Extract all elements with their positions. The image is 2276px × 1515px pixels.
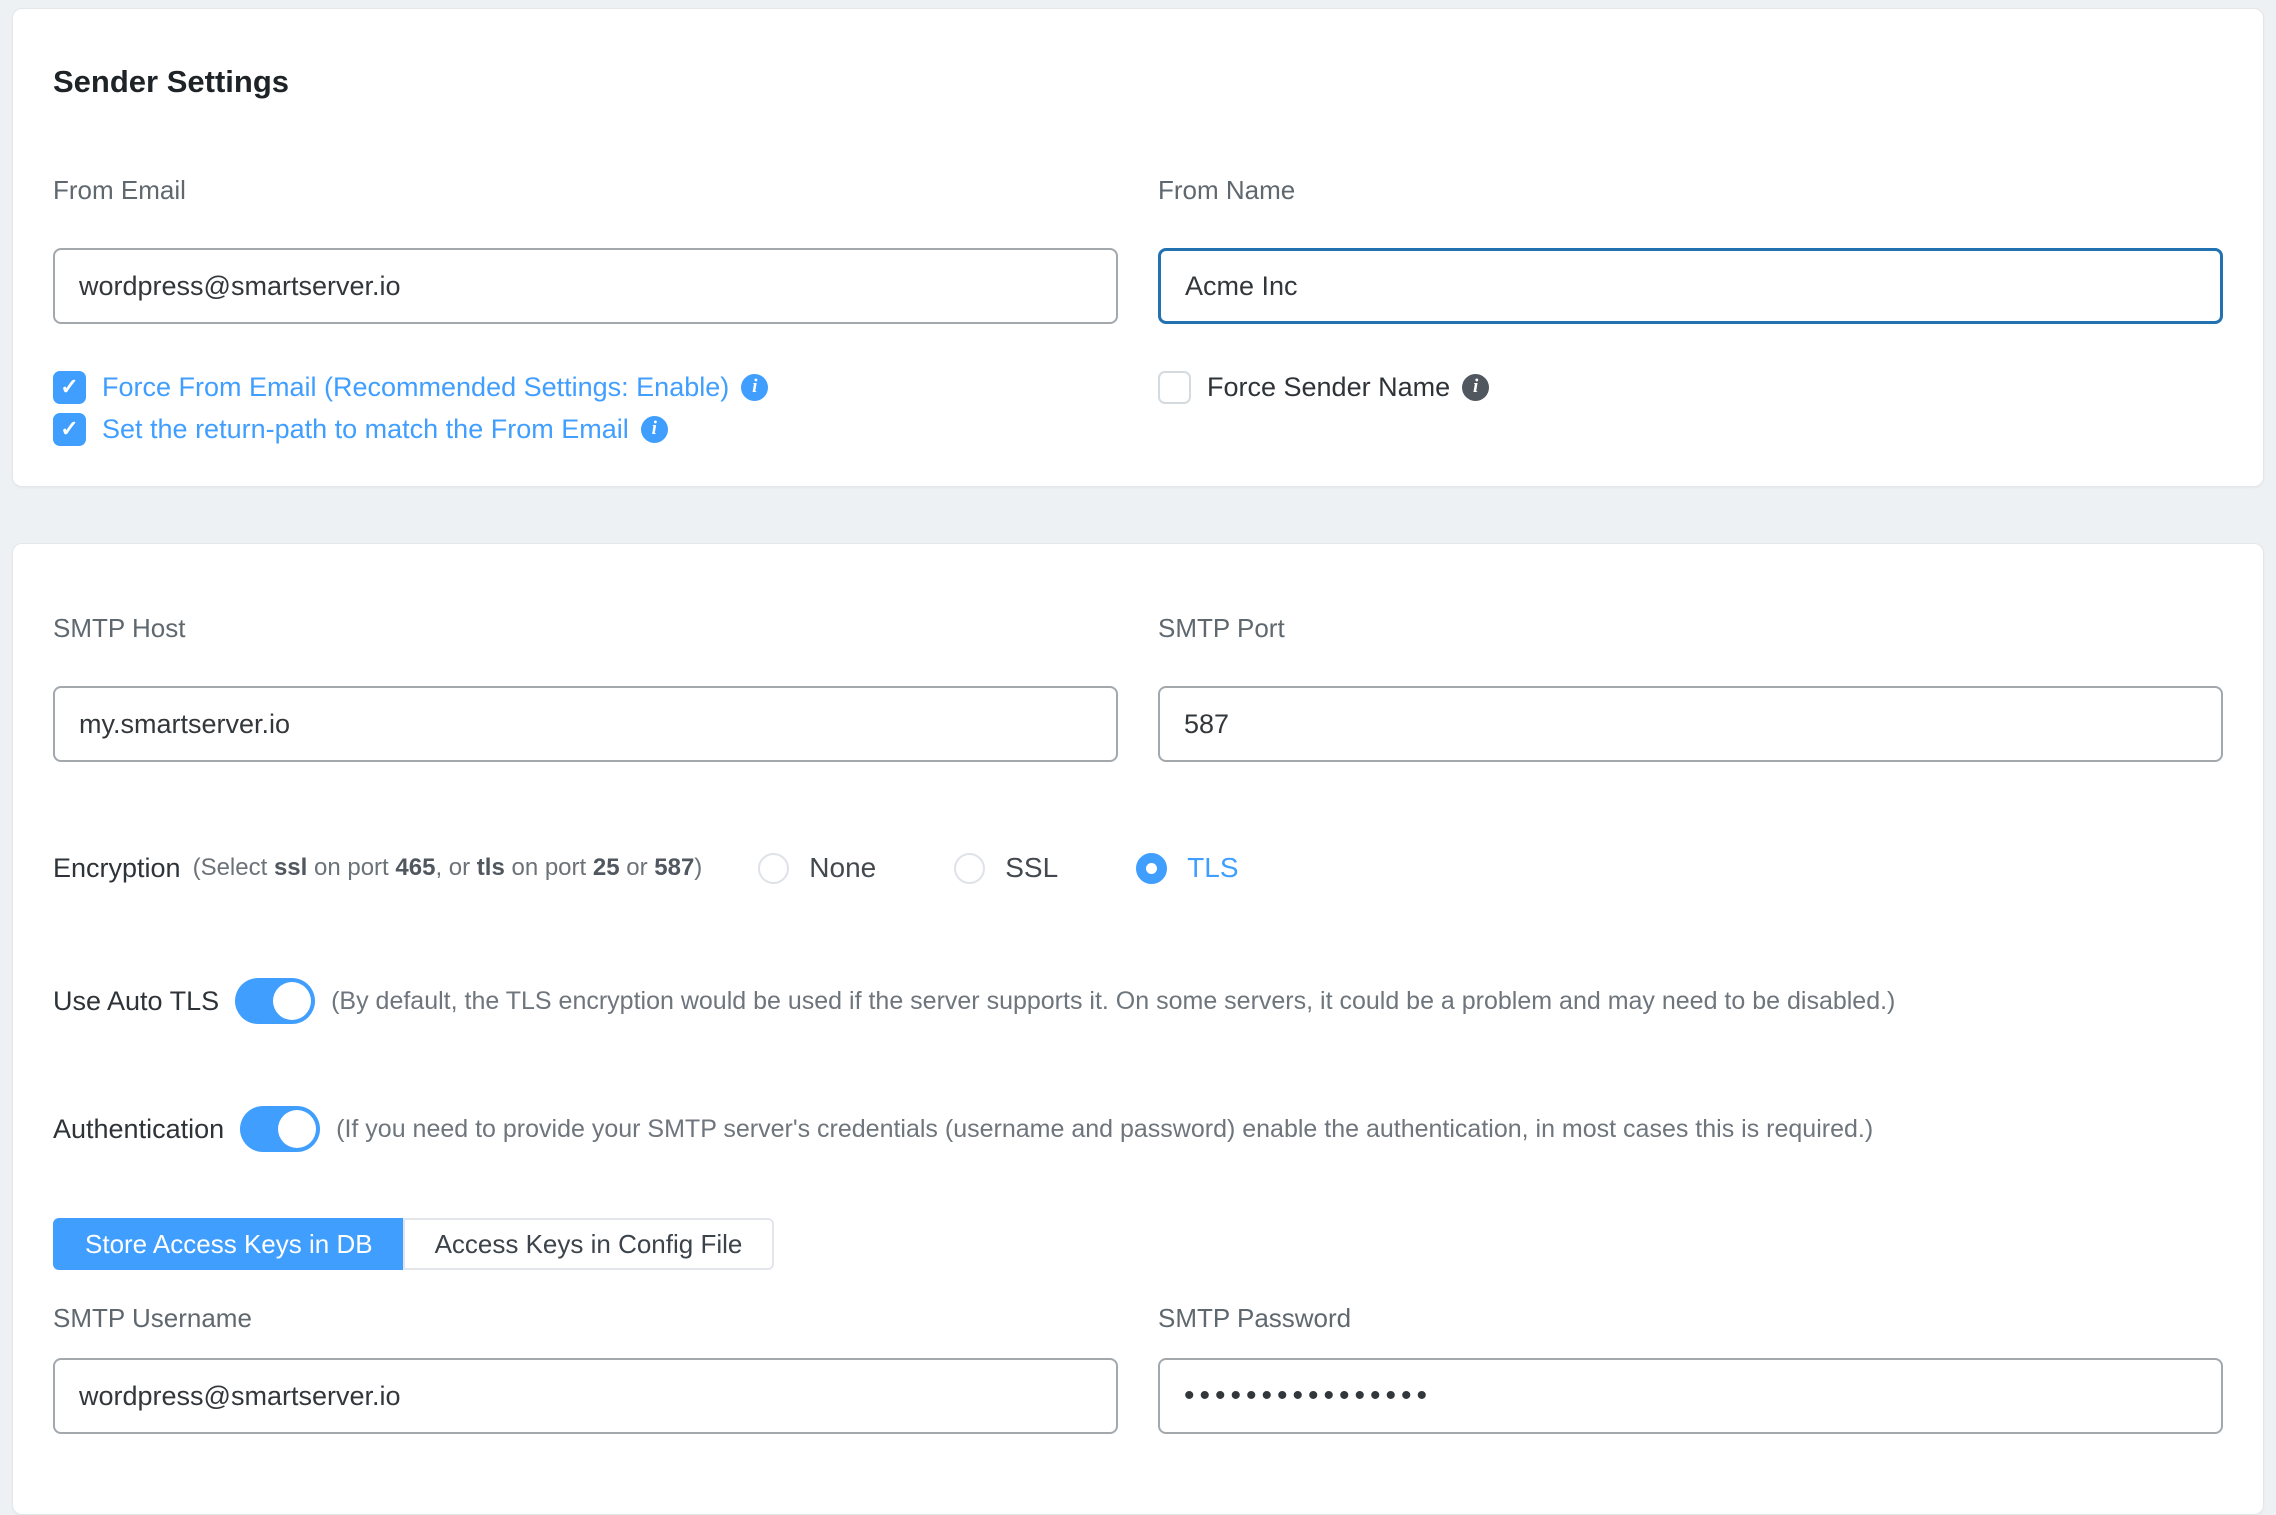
auto-tls-row: Use Auto TLS (By default, the TLS encryp… xyxy=(53,978,2223,1024)
sender-settings-card: Sender Settings From Email ✓ Force From … xyxy=(12,8,2264,487)
authentication-toggle[interactable] xyxy=(240,1106,320,1152)
auto-tls-description: (By default, the TLS encryption would be… xyxy=(331,987,1895,1016)
from-name-label: From Name xyxy=(1158,176,2223,204)
encryption-label: Encryption xyxy=(53,853,181,884)
force-from-email-label[interactable]: Force From Email (Recommended Settings: … xyxy=(102,370,729,404)
smtp-port-label: SMTP Port xyxy=(1158,614,2223,642)
encryption-option-ssl[interactable]: SSL xyxy=(954,852,1058,884)
smtp-password-label: SMTP Password xyxy=(1158,1304,2223,1332)
smtp-password-input[interactable] xyxy=(1158,1358,2223,1434)
toggle-knob xyxy=(273,982,311,1020)
authentication-label: Authentication xyxy=(53,1114,224,1145)
encryption-option-none[interactable]: None xyxy=(758,852,876,884)
from-name-input[interactable] xyxy=(1158,248,2223,324)
auto-tls-toggle[interactable] xyxy=(235,978,315,1024)
toggle-knob xyxy=(278,1110,316,1148)
info-icon[interactable]: i xyxy=(1462,374,1489,401)
return-path-checkbox[interactable]: ✓ xyxy=(53,413,86,446)
encryption-option-tls-label[interactable]: TLS xyxy=(1187,852,1238,884)
return-path-row: ✓ Set the return-path to match the From … xyxy=(53,412,1118,446)
radio-icon[interactable] xyxy=(758,853,789,884)
force-sender-name-checkbox[interactable]: ✓ xyxy=(1158,371,1191,404)
smtp-settings-card: SMTP Host SMTP Port Encryption (Select s… xyxy=(12,543,2264,1515)
smtp-port-input[interactable] xyxy=(1158,686,2223,762)
authentication-row: Authentication (If you need to provide y… xyxy=(53,1106,2223,1152)
info-icon[interactable]: i xyxy=(741,374,768,401)
force-from-email-checkbox[interactable]: ✓ xyxy=(53,371,86,404)
check-icon: ✓ xyxy=(60,418,78,440)
radio-icon[interactable] xyxy=(954,853,985,884)
info-icon[interactable]: i xyxy=(641,416,668,443)
encryption-hint: (Select ssl on port 465, or tls on port … xyxy=(193,854,703,882)
smtp-host-label: SMTP Host xyxy=(53,614,1118,642)
encryption-option-ssl-label[interactable]: SSL xyxy=(1005,852,1058,884)
from-name-options: ✓ Force Sender Name i xyxy=(1158,370,2223,404)
key-storage-tabs: Store Access Keys in DB Access Keys in C… xyxy=(53,1218,2223,1270)
smtp-username-input[interactable] xyxy=(53,1358,1118,1434)
tab-access-keys-in-config-file[interactable]: Access Keys in Config File xyxy=(403,1218,775,1270)
return-path-label[interactable]: Set the return-path to match the From Em… xyxy=(102,412,629,446)
smtp-username-label: SMTP Username xyxy=(53,1304,1118,1332)
tab-store-keys-in-db[interactable]: Store Access Keys in DB xyxy=(53,1218,403,1270)
auto-tls-label: Use Auto TLS xyxy=(53,986,219,1017)
encryption-option-none-label[interactable]: None xyxy=(809,852,876,884)
force-from-email-row: ✓ Force From Email (Recommended Settings… xyxy=(53,370,1118,404)
force-sender-name-row: ✓ Force Sender Name i xyxy=(1158,370,2223,404)
authentication-description: (If you need to provide your SMTP server… xyxy=(336,1115,1873,1144)
sender-settings-title: Sender Settings xyxy=(53,65,2223,98)
radio-icon[interactable] xyxy=(1136,853,1167,884)
smtp-host-input[interactable] xyxy=(53,686,1118,762)
from-email-input[interactable] xyxy=(53,248,1118,324)
encryption-row: Encryption (Select ssl on port 465, or t… xyxy=(53,852,2223,884)
from-email-options: ✓ Force From Email (Recommended Settings… xyxy=(53,370,1118,446)
encryption-options: None SSL TLS xyxy=(758,852,1238,884)
from-email-label: From Email xyxy=(53,176,1118,204)
force-sender-name-label[interactable]: Force Sender Name xyxy=(1207,370,1450,404)
check-icon: ✓ xyxy=(60,376,78,398)
encryption-option-tls[interactable]: TLS xyxy=(1136,852,1238,884)
